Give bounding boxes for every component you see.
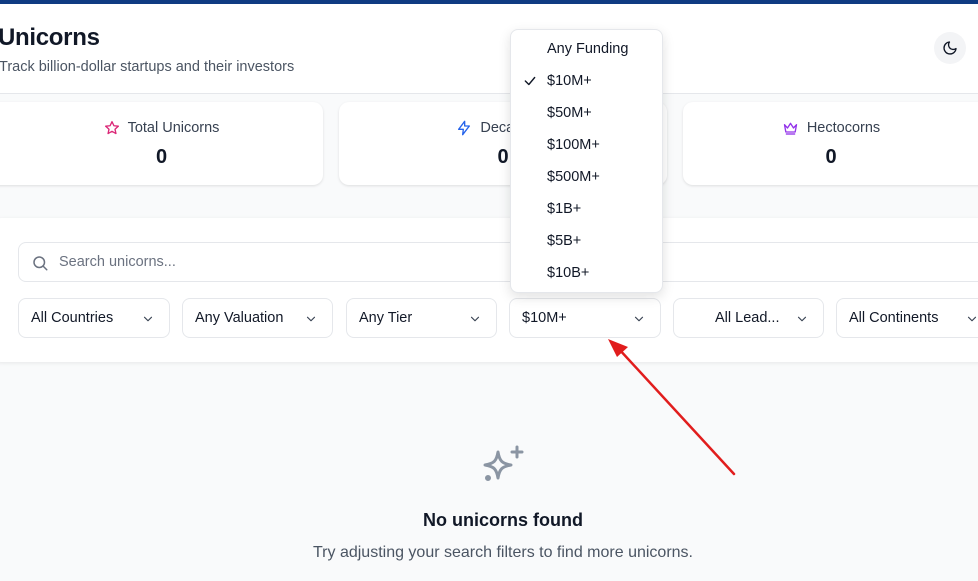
- stat-value: 0: [825, 146, 837, 168]
- theme-toggle-button[interactable]: [934, 32, 966, 64]
- chevron-down-icon: [797, 316, 807, 322]
- search-box[interactable]: [18, 242, 978, 282]
- funding-option-label: $500M+: [547, 169, 600, 185]
- valuation-select-value: Any Valuation: [195, 310, 284, 326]
- chevron-down-icon: [634, 316, 644, 322]
- stat-label: Total Unicorns: [127, 120, 220, 136]
- funding-option-selected[interactable]: $10M+: [511, 65, 662, 97]
- continent-select-value: All Continents: [849, 310, 939, 326]
- funding-option-label: $10B+: [547, 265, 590, 281]
- stat-label: Hectocorns: [806, 120, 881, 136]
- empty-state-title: No unicorns found: [423, 510, 583, 530]
- country-select-value: All Countries: [31, 310, 114, 326]
- funding-option[interactable]: $1B+: [511, 193, 662, 225]
- chevron-down-icon: [470, 316, 480, 322]
- funding-option-label: $5B+: [547, 233, 582, 249]
- crown-icon: [783, 122, 797, 135]
- funding-dropdown-menu: Any Funding $10M+ $50M+ $100M+ $500M+ $1…: [510, 29, 663, 293]
- tier-select-value: Any Tier: [359, 310, 413, 326]
- funding-select[interactable]: $10M+: [509, 298, 661, 338]
- chevron-down-icon: [143, 316, 153, 322]
- tier-select[interactable]: Any Tier: [346, 298, 497, 338]
- stat-value: 0: [155, 146, 168, 168]
- funding-option[interactable]: $50M+: [511, 97, 662, 129]
- page-subtitle: Track billion-dollar startups and their …: [0, 59, 295, 75]
- stat-card-total-unicorns: Total Unicorns 0: [0, 102, 323, 185]
- funding-option[interactable]: $100M+: [511, 129, 662, 161]
- funding-option-label: $100M+: [547, 137, 600, 153]
- funding-option[interactable]: $5B+: [511, 225, 662, 257]
- lead-investor-select-value: All Lead...: [715, 310, 780, 326]
- page-title: Unicorns: [0, 24, 100, 51]
- funding-option-label: $1B+: [547, 201, 582, 217]
- funding-select-value: $10M+: [522, 310, 567, 326]
- funding-option-label: $50M+: [547, 105, 592, 121]
- funding-option[interactable]: $10B+: [511, 257, 662, 289]
- star-icon: [104, 121, 119, 135]
- chevron-down-icon: [306, 316, 316, 322]
- chevron-down-icon: [967, 316, 977, 322]
- lightning-icon: [458, 120, 471, 136]
- funding-option-label: $10M+: [547, 73, 592, 89]
- empty-state-text: Try adjusting your search filters to fin…: [312, 544, 693, 561]
- funding-option[interactable]: Any Funding: [511, 33, 662, 65]
- lead-investor-select[interactable]: All Lead...: [673, 298, 824, 338]
- funding-option[interactable]: $500M+: [511, 161, 662, 193]
- check-icon: [524, 76, 536, 86]
- moon-icon: [943, 41, 957, 55]
- sparkles-icon: [483, 445, 524, 481]
- stat-card-hectocorns: Hectocorns 0: [683, 102, 978, 185]
- continent-select[interactable]: All Continents: [836, 298, 978, 338]
- search-icon: [33, 256, 48, 271]
- filter-panel: [0, 218, 978, 362]
- page-header: Unicorns Track billion-dollar startups a…: [0, 4, 978, 94]
- country-select[interactable]: All Countries: [18, 298, 170, 338]
- valuation-select[interactable]: Any Valuation: [182, 298, 333, 338]
- funding-option-label: Any Funding: [547, 41, 629, 57]
